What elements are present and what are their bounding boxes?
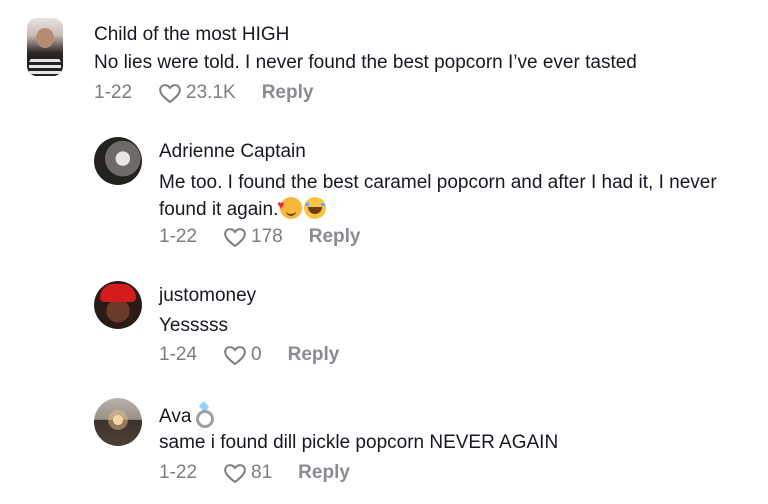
like-count: 81 xyxy=(251,462,273,483)
like-count: 178 xyxy=(251,226,283,247)
comment-text: Me too. I found the best caramel popcorn… xyxy=(159,169,749,223)
like-count: 0 xyxy=(251,344,262,365)
comment-date: 1-24 xyxy=(159,344,198,365)
ring-icon xyxy=(195,401,215,428)
comment-text: No lies were told. I never found the bes… xyxy=(94,52,637,73)
heart-icon xyxy=(224,464,246,484)
heart-icon xyxy=(159,84,181,104)
comment-text-body: Me too. I found the best caramel popcorn… xyxy=(159,172,717,220)
comment-meta: 1-24 0 Reply xyxy=(159,344,339,366)
smiling-face-with-hearts-icon xyxy=(277,192,303,219)
like-button[interactable]: 0 xyxy=(223,344,262,366)
heart-icon xyxy=(224,346,246,366)
reply-button[interactable]: Reply xyxy=(309,226,361,248)
comment-meta: 1-22 23.1K Reply xyxy=(94,82,313,104)
comment-username[interactable]: justomoney xyxy=(159,285,256,307)
reply-button[interactable]: Reply xyxy=(288,344,340,366)
like-button[interactable]: 23.1K xyxy=(158,82,236,104)
like-button[interactable]: 178 xyxy=(223,226,283,248)
heart-icon xyxy=(224,228,246,248)
comment-meta: 1-22 178 Reply xyxy=(159,226,360,248)
reply-button[interactable]: Reply xyxy=(262,82,314,104)
face-with-tears-of-joy-icon xyxy=(304,197,327,219)
reply-button[interactable]: Reply xyxy=(298,462,350,484)
comment-date: 1-22 xyxy=(159,462,198,483)
comment-date: 1-22 xyxy=(94,82,133,103)
comment-meta: 1-22 81 Reply xyxy=(159,462,350,484)
avatar[interactable] xyxy=(94,398,142,446)
comment-text: Yesssss xyxy=(159,315,228,336)
comment-username[interactable]: Adrienne Captain xyxy=(159,141,306,163)
comment-username-text: Ava xyxy=(159,406,192,427)
comment-username[interactable]: Child of the most HIGH xyxy=(94,24,289,46)
like-button[interactable]: 81 xyxy=(223,462,272,484)
comment-username[interactable]: Ava xyxy=(159,401,215,428)
avatar[interactable] xyxy=(94,137,142,185)
like-count: 23.1K xyxy=(186,82,236,103)
avatar[interactable] xyxy=(94,281,142,329)
comment-text: same i found dill pickle popcorn NEVER A… xyxy=(159,432,559,453)
comment-date: 1-22 xyxy=(159,226,198,247)
avatar[interactable] xyxy=(27,18,63,76)
